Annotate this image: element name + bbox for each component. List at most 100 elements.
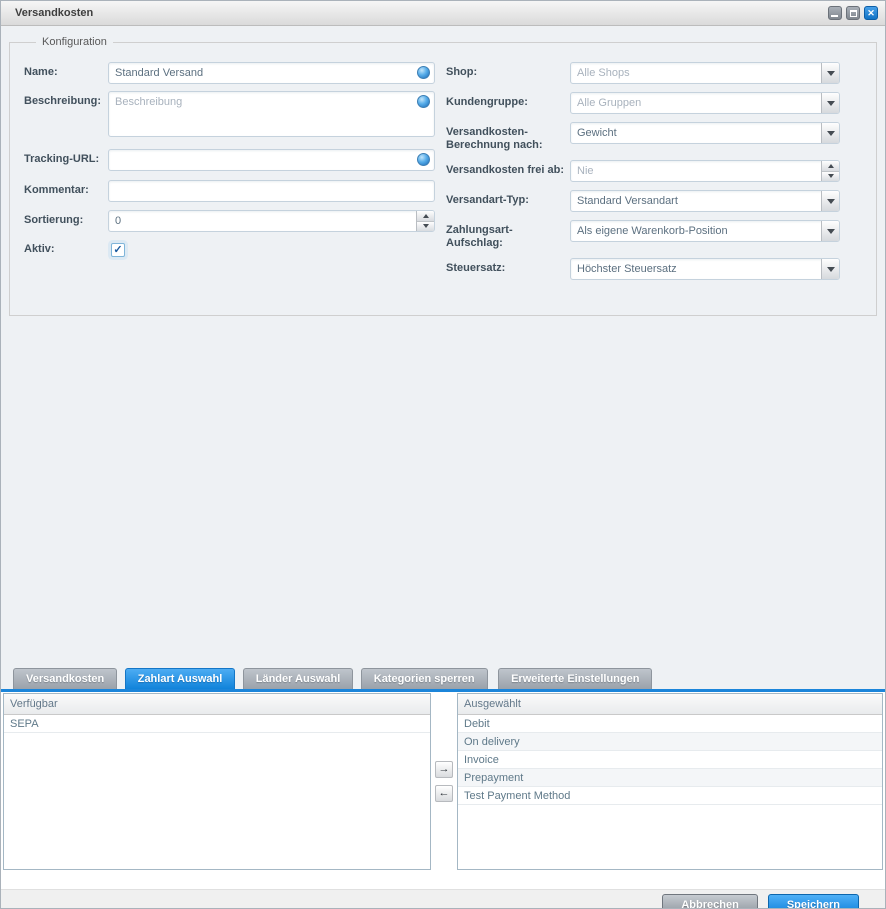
spin-down-button[interactable] <box>822 172 839 182</box>
selected-grid-header: Ausgewählt <box>458 694 882 715</box>
tab-zahlart-auswahl[interactable]: Zahlart Auswahl <box>125 668 236 689</box>
selected-grid: Ausgewählt Debit On delivery Invoice Pre… <box>457 693 883 870</box>
close-button[interactable]: ✕ <box>864 6 878 20</box>
form-column-left: Name: Beschreibung: <box>24 62 446 288</box>
chevron-down-icon <box>827 229 835 234</box>
form-row: Versandkosten-Berechnung nach: <box>446 122 862 152</box>
available-grid: Verfügbar SEPA <box>3 693 431 870</box>
tab-versandkosten[interactable]: Versandkosten <box>13 668 117 689</box>
spin-up-icon <box>423 214 429 218</box>
kundengruppe-label: Kundengruppe: <box>446 92 570 114</box>
chevron-down-icon <box>827 101 835 106</box>
arrow-left-icon: ← <box>439 787 450 799</box>
form-row: Versandart-Typ: <box>446 190 862 212</box>
aktiv-checkbox[interactable]: ✓ <box>111 243 125 257</box>
window-controls: ✕ <box>828 6 878 20</box>
globe-icon[interactable] <box>417 95 430 108</box>
sortierung-label: Sortierung: <box>24 210 108 232</box>
frei-ab-label: Versandkosten frei ab: <box>446 160 570 182</box>
list-item[interactable]: Prepayment <box>458 769 882 787</box>
dropdown-trigger-button[interactable] <box>821 191 839 211</box>
form-row: Name: <box>24 62 446 84</box>
spin-up-button[interactable] <box>822 161 839 172</box>
kommentar-input[interactable] <box>108 180 435 202</box>
picker-arrow-column: → ← <box>431 693 457 870</box>
list-item[interactable]: On delivery <box>458 733 882 751</box>
kundengruppe-combobox <box>570 92 840 114</box>
form-row: Tracking-URL: <box>24 149 446 171</box>
restore-icon <box>850 10 857 17</box>
dropdown-trigger-button[interactable] <box>821 63 839 83</box>
zahlungsart-aufschlag-input[interactable] <box>571 221 821 241</box>
move-right-button[interactable]: → <box>435 761 453 778</box>
dropdown-trigger-button[interactable] <box>821 93 839 113</box>
dropdown-trigger-button[interactable] <box>821 259 839 279</box>
chevron-down-icon <box>827 199 835 204</box>
form-row: Steuersatz: <box>446 258 862 280</box>
minimize-button[interactable] <box>828 6 842 20</box>
tab-erweiterte-einstellungen[interactable]: Erweiterte Einstellungen <box>498 668 652 689</box>
name-label: Name: <box>24 62 108 84</box>
list-item[interactable]: SEPA <box>4 715 430 733</box>
window-title: Versandkosten <box>1 1 885 25</box>
zahlungsart-aufschlag-label: Zahlungsart-Aufschlag: <box>446 220 570 250</box>
berechnung-combobox <box>570 122 840 144</box>
steuersatz-input[interactable] <box>571 259 821 279</box>
form-row: Sortierung: <box>24 210 446 232</box>
spin-down-icon <box>423 224 429 228</box>
versandkosten-window: Versandkosten ✕ Konfiguration Name: <box>0 0 886 909</box>
available-grid-header: Verfügbar <box>4 694 430 715</box>
aktiv-label: Aktiv: <box>24 239 108 257</box>
form-row: Shop: <box>446 62 862 84</box>
globe-icon[interactable] <box>417 66 430 79</box>
tracking-url-input[interactable] <box>108 149 435 171</box>
form-row: Beschreibung: <box>24 91 446 142</box>
spin-down-icon <box>828 174 834 178</box>
chevron-down-icon <box>827 267 835 272</box>
shop-input[interactable] <box>571 63 821 83</box>
tab-bar: Versandkosten Zahlart Auswahl Länder Aus… <box>1 668 885 692</box>
globe-icon[interactable] <box>417 153 430 166</box>
fieldset-legend: Konfiguration <box>36 36 113 48</box>
restore-button[interactable] <box>846 6 860 20</box>
arrow-right-icon: → <box>439 763 450 775</box>
dropdown-trigger-button[interactable] <box>821 123 839 143</box>
tab-laender-auswahl[interactable]: Länder Auswahl <box>243 668 354 689</box>
versandart-typ-input[interactable] <box>571 191 821 211</box>
spin-down-button[interactable] <box>417 222 434 232</box>
form-column-right: Shop: Kundengruppe: <box>446 62 862 288</box>
form-row: Zahlungsart-Aufschlag: <box>446 220 862 250</box>
frei-ab-input[interactable] <box>571 161 821 181</box>
berechnung-input[interactable] <box>571 123 821 143</box>
list-item[interactable]: Debit <box>458 715 882 733</box>
form-area: Konfiguration Name: Beschreibung: <box>1 36 885 668</box>
save-button[interactable]: Speichern <box>768 894 859 909</box>
zahlungsart-aufschlag-combobox <box>570 220 840 242</box>
check-icon: ✓ <box>113 244 122 256</box>
zahlart-tab-panel: Verfügbar SEPA → ← Ausgewählt Debit On d… <box>1 692 885 889</box>
steuersatz-combobox <box>570 258 840 280</box>
footer-toolbar: Abbrechen Speichern <box>1 889 885 909</box>
shop-label: Shop: <box>446 62 570 84</box>
name-input[interactable] <box>108 62 435 84</box>
beschreibung-textarea[interactable] <box>108 91 435 137</box>
form-row: Kommentar: <box>24 180 446 202</box>
sortierung-input[interactable] <box>109 211 416 231</box>
sortierung-spinner <box>108 210 435 232</box>
versandart-typ-combobox <box>570 190 840 212</box>
spin-up-button[interactable] <box>417 211 434 222</box>
move-left-button[interactable]: ← <box>435 785 453 802</box>
tracking-url-label: Tracking-URL: <box>24 149 108 171</box>
cancel-button[interactable]: Abbrechen <box>662 894 757 909</box>
list-item[interactable]: Invoice <box>458 751 882 769</box>
minimize-icon <box>831 15 838 17</box>
dropdown-trigger-button[interactable] <box>821 221 839 241</box>
chevron-down-icon <box>827 71 835 76</box>
close-icon: ✕ <box>867 7 875 19</box>
list-item[interactable]: Test Payment Method <box>458 787 882 805</box>
spin-up-icon <box>828 164 834 168</box>
tab-kategorien-sperren[interactable]: Kategorien sperren <box>361 668 488 689</box>
berechnung-label: Versandkosten-Berechnung nach: <box>446 122 570 152</box>
window-titlebar[interactable]: Versandkosten ✕ <box>1 1 885 26</box>
kundengruppe-input[interactable] <box>571 93 821 113</box>
